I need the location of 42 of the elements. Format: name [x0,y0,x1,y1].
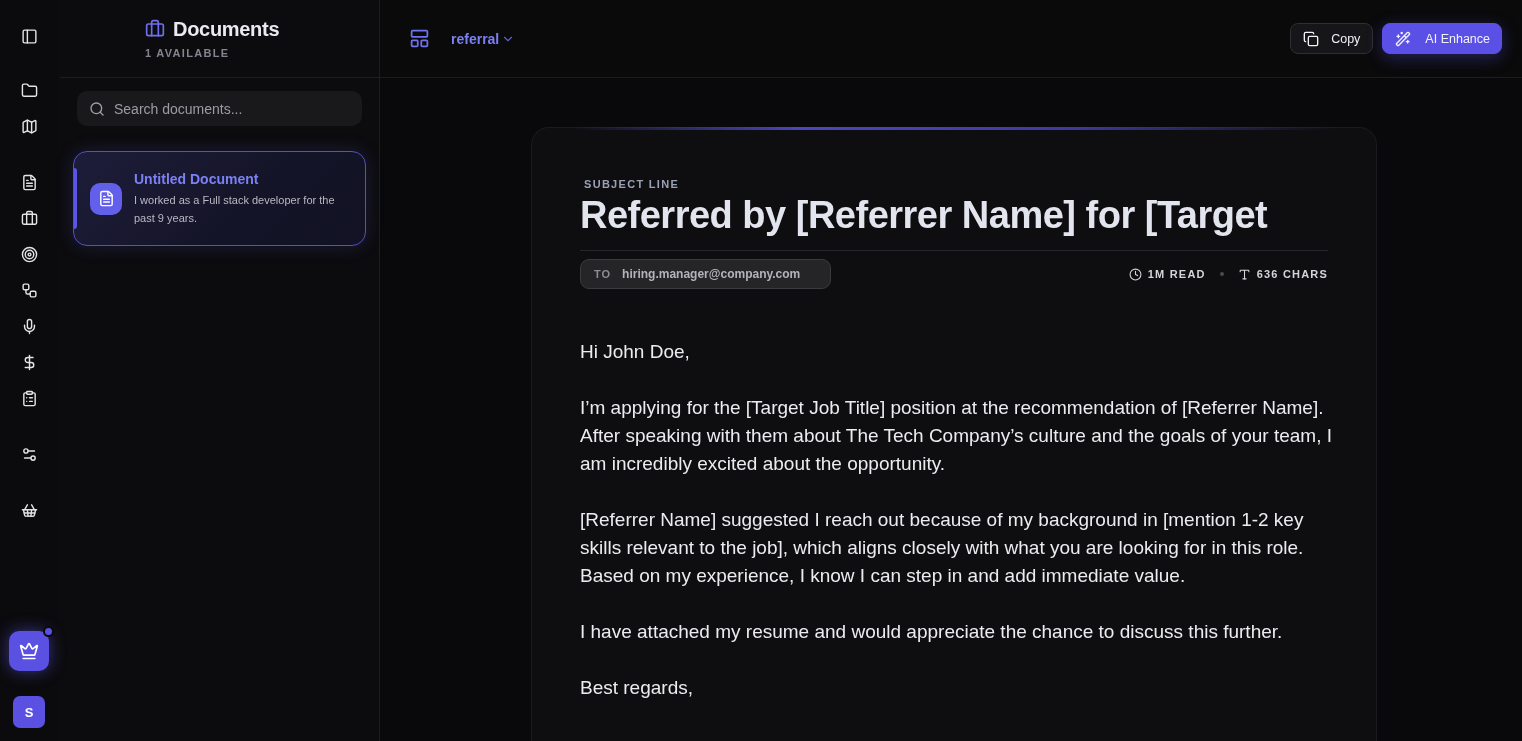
document-icon [90,182,122,215]
document-snippet: I worked as a Full stack developer for the past 9 years. [134,193,336,226]
letter-paragraph: Hi John Doe, [580,340,691,364]
search-icon [89,100,105,117]
user-avatar[interactable]: S [13,696,45,728]
sidebar-title: Documents [173,17,280,41]
briefcase-icon [145,19,165,39]
basket-icon[interactable] [20,501,38,519]
clipboard-icon[interactable] [20,389,38,407]
settings-icon[interactable] [20,445,38,463]
document-count: 1 AVAILABLE [145,47,231,59]
target-icon[interactable] [20,245,38,263]
letter-paragraph: [Referrer Name] suggested I reach out because of my background in [mention 1-2 key skills relevant to the job], which aligns closely with what you are looking for in this role. Based on my experience, I know I can step in and add immediate value. [580,508,1305,588]
clock-icon [1128,267,1142,281]
text-icon [1237,267,1251,281]
recipient-field[interactable]: TO hiring.manager@company.com [580,259,832,289]
recipient-email: hiring.manager@company.com [622,267,801,281]
document-icon[interactable] [20,173,38,191]
workflow-icon[interactable] [20,281,38,299]
layout-icon[interactable] [409,28,430,49]
read-time: 1M READ [1147,268,1206,280]
character-count: 636 CHARS [1256,268,1328,280]
letter-paragraph: I’m applying for the [Target Job Title] position at the recommendation of [Referrer Name]. After speaking with them about The Tech Company’s culture and the goals of your team, I am incredibly excited about the opportunity. [580,396,1332,476]
magic-wand-icon [1395,30,1412,47]
document-title: Untitled Document [134,170,260,188]
subject-line[interactable]: Referred by [Referrer Name] for [Target [580,195,1328,251]
template-dropdown[interactable]: referral [451,30,516,47]
copy-button[interactable]: Copy [1290,23,1374,54]
copy-icon [1303,30,1320,47]
separator-dot [1219,272,1224,276]
search-field[interactable]: Search documents... [77,91,362,126]
map-icon[interactable] [20,117,38,135]
to-label: TO [594,268,612,280]
briefcase-icon[interactable] [20,209,38,227]
sidebar-toggle-icon[interactable] [20,27,38,45]
ai-enhance-button[interactable]: AI Enhance [1382,23,1502,54]
folder-icon[interactable] [20,81,38,99]
letter-paragraph: I have attached my resume and would appreciate the chance to discuss this further. [580,620,1284,644]
subject-label: SUBJECT LINE [583,178,681,190]
document-card[interactable]: Untitled Document I worked as a Full stack developer for the past 9 years. [73,151,366,246]
letter-paragraph: Best regards, [580,676,694,700]
crown-icon [19,641,39,661]
